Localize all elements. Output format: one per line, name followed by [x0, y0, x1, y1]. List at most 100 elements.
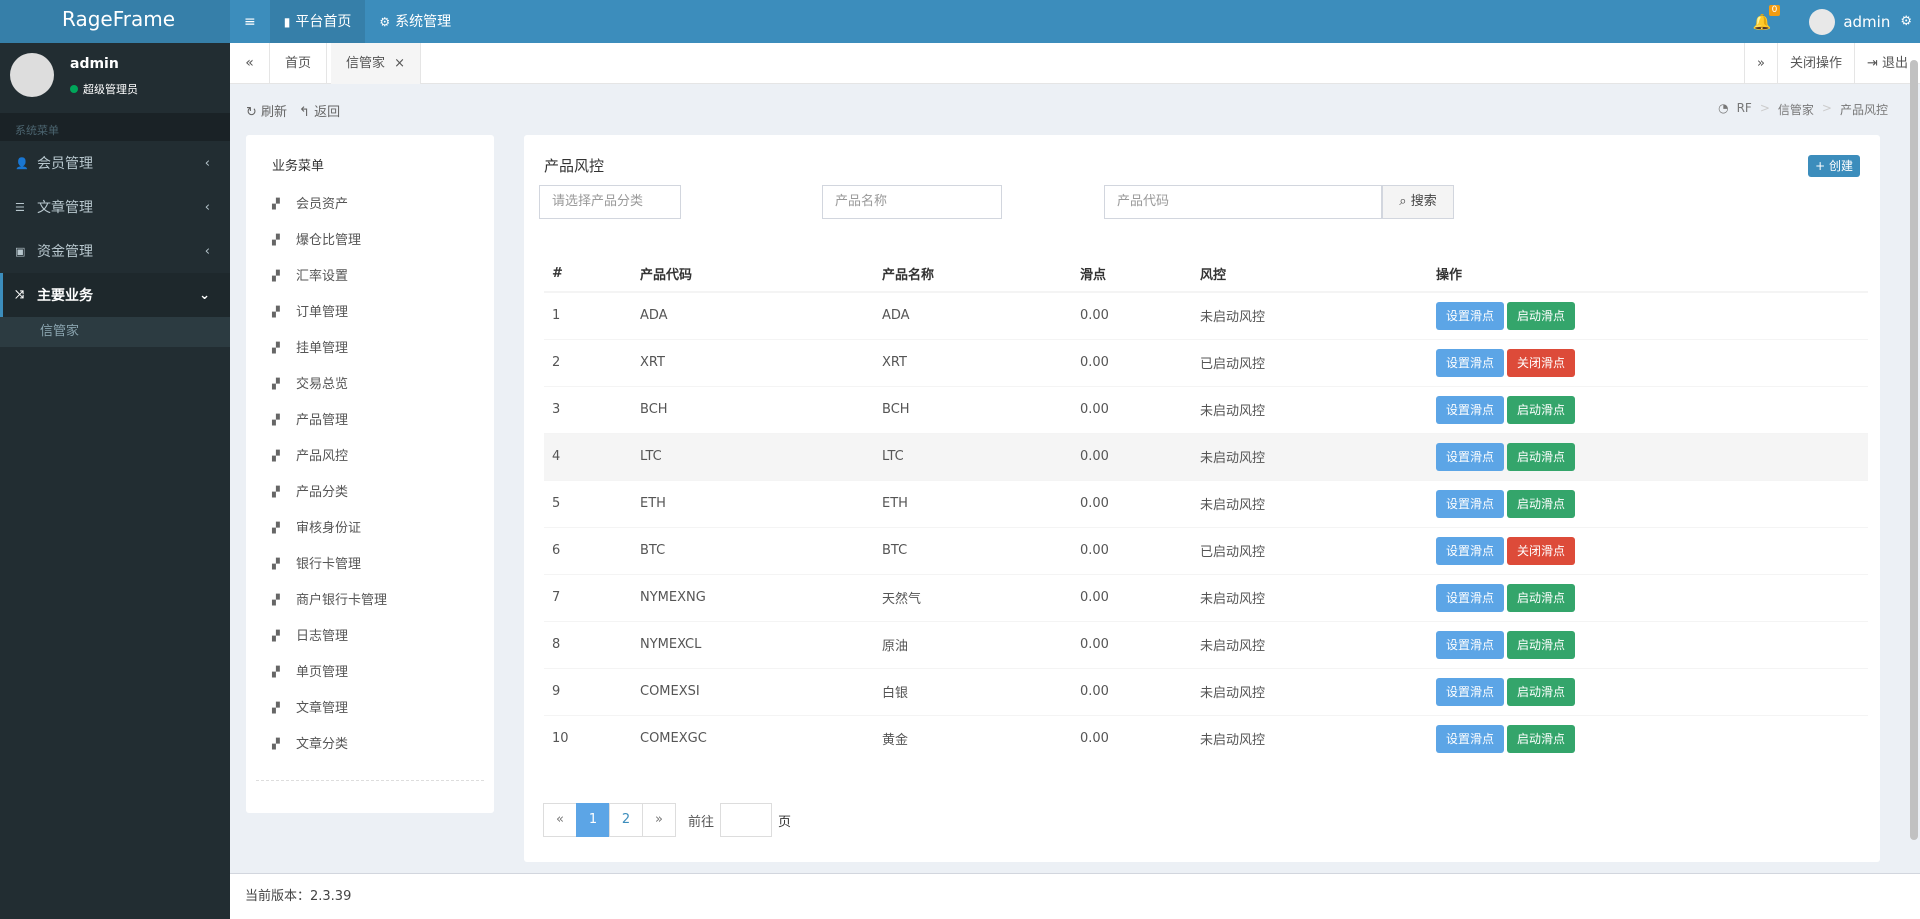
- set-slippage-button[interactable]: 设置滑点: [1436, 536, 1505, 565]
- business-menu-item[interactable]: ▞ 日志管理: [272, 619, 387, 655]
- col-name: 产品名称: [874, 255, 1072, 293]
- business-menu-item[interactable]: ▞ 审核身份证: [272, 511, 387, 547]
- cell-name: 白银: [874, 667, 1072, 715]
- page-1-button[interactable]: 1: [576, 803, 610, 837]
- category-select[interactable]: 请选择产品分类: [539, 185, 681, 219]
- business-menu-item[interactable]: ▞ 会员资产: [272, 187, 387, 223]
- cell-code: NYMEXCL: [632, 620, 874, 668]
- business-menu-item[interactable]: ▞ 银行卡管理: [272, 547, 387, 583]
- business-menu-item[interactable]: ▞ 文章分类: [272, 727, 387, 763]
- close-icon[interactable]: ×: [394, 56, 405, 71]
- control-sidebar-icon[interactable]: ⚙: [1900, 14, 1912, 29]
- search-button[interactable]: ⌕ 搜索: [1382, 185, 1454, 219]
- cell-id: 3: [544, 385, 632, 433]
- disable-slippage-button[interactable]: 关闭滑点: [1507, 348, 1576, 377]
- business-menu-item[interactable]: ▞ 汇率设置: [272, 259, 387, 295]
- business-menu-item[interactable]: ▞ 爆仓比管理: [272, 223, 387, 259]
- refresh-button[interactable]: ↻ 刷新: [246, 101, 287, 120]
- business-menu-label: 文章管理: [296, 701, 349, 716]
- set-slippage-button[interactable]: 设置滑点: [1436, 301, 1505, 330]
- next-page-button[interactable]: »: [642, 803, 676, 837]
- business-menu-item[interactable]: ▞ 单页管理: [272, 655, 387, 691]
- topnav-system[interactable]: ⚙ 系统管理: [365, 0, 465, 43]
- sidebar-item-business[interactable]: ⤨ 主要业务 ⌄: [0, 273, 230, 317]
- tab-home[interactable]: 首页: [270, 43, 328, 84]
- business-menu-label: 文章分类: [296, 737, 349, 752]
- breadcrumb-item[interactable]: 信管家: [1778, 101, 1814, 118]
- cell-name: 黄金: [874, 714, 1072, 762]
- enable-slippage-button[interactable]: 启动滑点: [1507, 301, 1576, 330]
- puzzle-icon: ▞: [272, 379, 280, 390]
- gears-icon: ⚙: [379, 14, 391, 29]
- search-icon: ⌕: [1399, 194, 1411, 209]
- business-menu-item[interactable]: ▞ 交易总览: [272, 367, 387, 403]
- business-menu-box: 业务菜单 ▞ 会员资产 ▞ 爆仓比管理 ▞ 汇率设置 ▞ 订单管理 ▞ 挂单管理 ▞ 交易总览 ▞ 产品管…: [246, 135, 494, 813]
- enable-slippage-button[interactable]: 启动滑点: [1507, 583, 1576, 612]
- page-scrollbar[interactable]: [1910, 60, 1918, 840]
- set-slippage-button[interactable]: 设置滑点: [1436, 630, 1505, 659]
- set-slippage-button[interactable]: 设置滑点: [1436, 442, 1505, 471]
- tab-xinguanjia[interactable]: 信管家 ×: [331, 43, 422, 84]
- puzzle-icon: ▞: [272, 307, 280, 318]
- business-menu-list: ▞ 会员资产 ▞ 爆仓比管理 ▞ 汇率设置 ▞ 订单管理 ▞ 挂单管理 ▞ 交易总览 ▞ 产品管理 ▞ 产品风…: [272, 187, 387, 763]
- page-2-button[interactable]: 2: [609, 803, 643, 837]
- business-menu-item[interactable]: ▞ 产品分类: [272, 475, 387, 511]
- app-logo[interactable]: RageFrame: [0, 0, 230, 43]
- cell-name: LTC: [874, 432, 1072, 480]
- close-operations-button[interactable]: 关闭操作: [1776, 43, 1854, 84]
- puzzle-icon: ▞: [272, 559, 280, 570]
- cell-risk: 未启动风控: [1192, 620, 1428, 668]
- cell-code: NYMEXNG: [632, 573, 874, 621]
- enable-slippage-button[interactable]: 启动滑点: [1507, 442, 1576, 471]
- back-label: 返回: [314, 105, 341, 120]
- business-menu-item[interactable]: ▞ 商户银行卡管理: [272, 583, 387, 619]
- cell-code: LTC: [632, 432, 874, 480]
- table-row: 2 XRT XRT 0.00 已启动风控 设置滑点 关闭滑点: [544, 338, 1868, 386]
- list-icon: ☰: [15, 200, 25, 214]
- topbar-username[interactable]: admin: [1843, 13, 1890, 31]
- breadcrumb-item[interactable]: RF: [1737, 101, 1752, 118]
- notification-bell[interactable]: 🔔 0: [1753, 4, 1781, 31]
- sidebar-toggle-button[interactable]: ≡: [230, 0, 270, 43]
- business-menu-item[interactable]: ▞ 挂单管理: [272, 331, 387, 367]
- set-slippage-button[interactable]: 设置滑点: [1436, 677, 1505, 706]
- disable-slippage-button[interactable]: 关闭滑点: [1507, 536, 1576, 565]
- enable-slippage-button[interactable]: 启动滑点: [1507, 677, 1576, 706]
- refresh-label: 刷新: [261, 105, 288, 120]
- tabs-scroll-left-button[interactable]: «: [230, 43, 270, 84]
- product-code-input[interactable]: 产品代码: [1104, 185, 1382, 219]
- prev-page-button[interactable]: «: [543, 803, 577, 837]
- sidebar-item-member[interactable]: 👤 会员管理 ‹: [0, 141, 230, 185]
- cell-actions: 设置滑点 关闭滑点: [1428, 526, 1868, 574]
- set-slippage-button[interactable]: 设置滑点: [1436, 489, 1505, 518]
- business-menu-label: 汇率设置: [296, 269, 349, 284]
- sidebar-subitem-xinguanjia[interactable]: 信管家: [0, 317, 230, 347]
- sidebar-item-article[interactable]: ☰ 文章管理 ‹: [0, 185, 230, 229]
- enable-slippage-button[interactable]: 启动滑点: [1507, 489, 1576, 518]
- set-slippage-button[interactable]: 设置滑点: [1436, 395, 1505, 424]
- enable-slippage-button[interactable]: 启动滑点: [1507, 724, 1576, 753]
- tabs-scroll-right-button[interactable]: »: [1743, 43, 1777, 84]
- back-button[interactable]: ↰ 返回: [299, 101, 340, 120]
- goto-page-input[interactable]: [720, 803, 773, 837]
- enable-slippage-button[interactable]: 启动滑点: [1507, 395, 1576, 424]
- topnav-home[interactable]: ▮ 平台首页: [269, 0, 366, 43]
- sidebar-item-funds[interactable]: ▣ 资金管理 ‹: [0, 229, 230, 273]
- avatar[interactable]: [1809, 8, 1836, 35]
- product-name-input[interactable]: 产品名称: [822, 185, 1002, 219]
- set-slippage-button[interactable]: 设置滑点: [1436, 724, 1505, 753]
- business-menu-item[interactable]: ▞ 文章管理: [272, 691, 387, 727]
- cell-risk: 未启动风控: [1192, 667, 1428, 715]
- business-menu-item[interactable]: ▞ 产品管理: [272, 403, 387, 439]
- set-slippage-button[interactable]: 设置滑点: [1436, 583, 1505, 612]
- random-icon: ⤨: [15, 288, 24, 301]
- sidebar-header: 系统菜单: [0, 113, 230, 141]
- business-menu-item[interactable]: ▞ 产品风控: [272, 439, 387, 475]
- create-button[interactable]: + 创建: [1808, 155, 1860, 177]
- money-icon: ▣: [15, 244, 26, 258]
- enable-slippage-button[interactable]: 启动滑点: [1507, 630, 1576, 659]
- business-menu-item[interactable]: ▞ 订单管理: [272, 295, 387, 331]
- set-slippage-button[interactable]: 设置滑点: [1436, 348, 1505, 377]
- cell-slip: 0.00: [1072, 620, 1192, 668]
- business-menu-label: 挂单管理: [296, 341, 349, 356]
